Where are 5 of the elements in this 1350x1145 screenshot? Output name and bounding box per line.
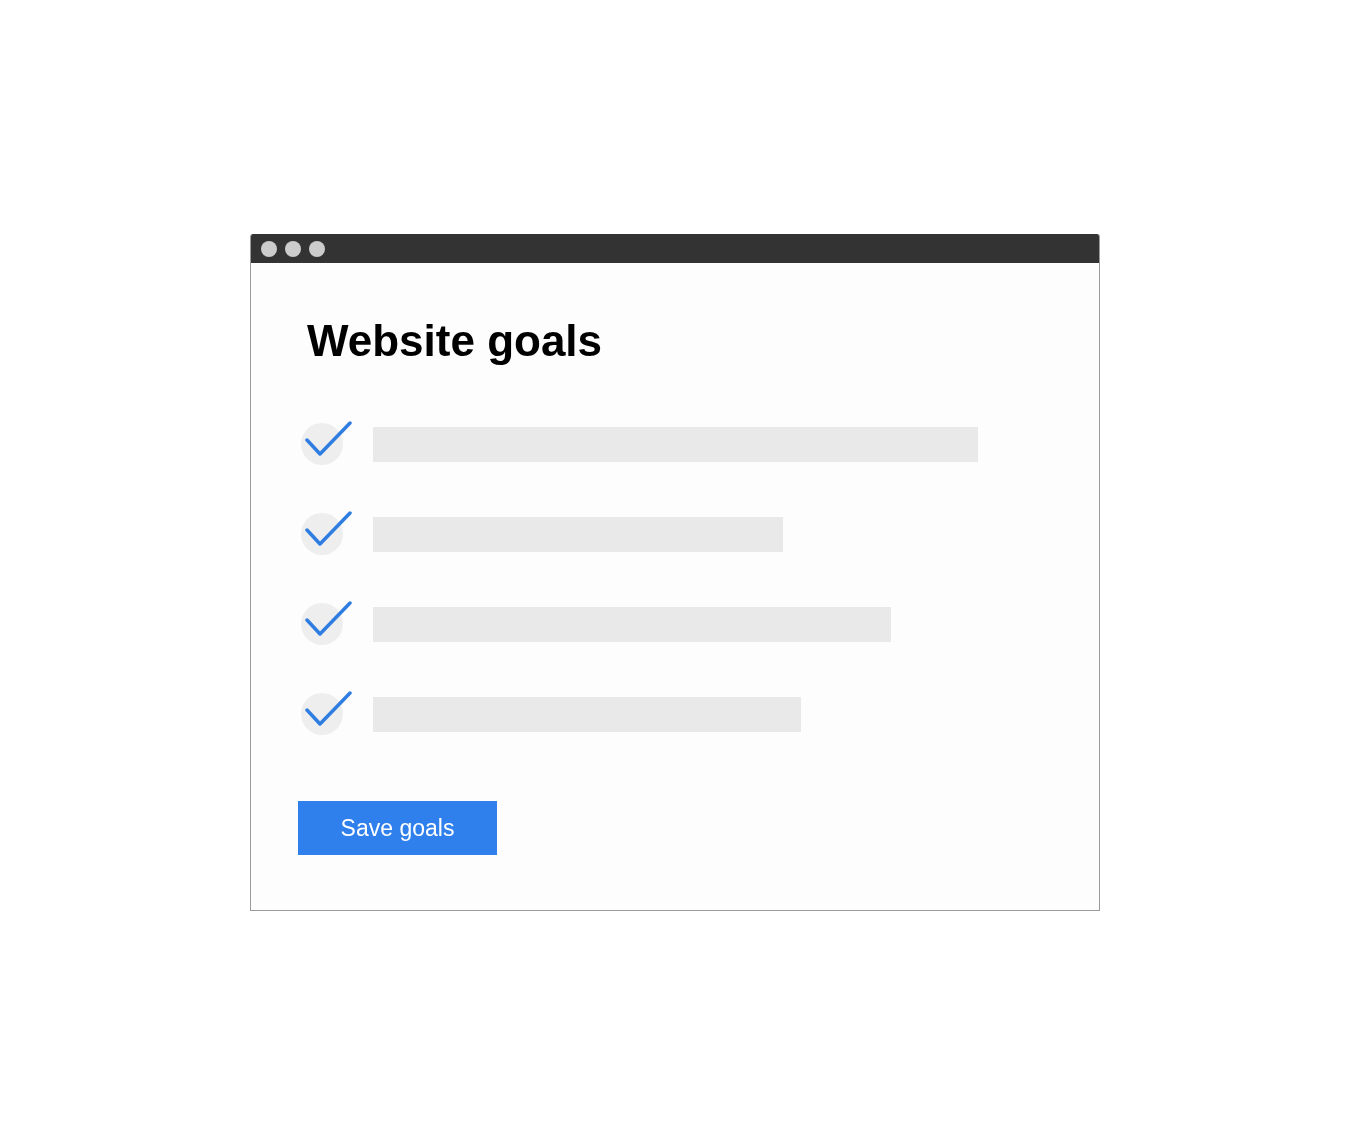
page-heading: Website goals xyxy=(307,315,604,367)
window-control-dot[interactable] xyxy=(309,240,325,257)
window-control-dot[interactable] xyxy=(261,240,277,257)
save-goals-button[interactable]: Save goals xyxy=(298,801,497,855)
window-control-dot[interactable] xyxy=(285,240,301,257)
